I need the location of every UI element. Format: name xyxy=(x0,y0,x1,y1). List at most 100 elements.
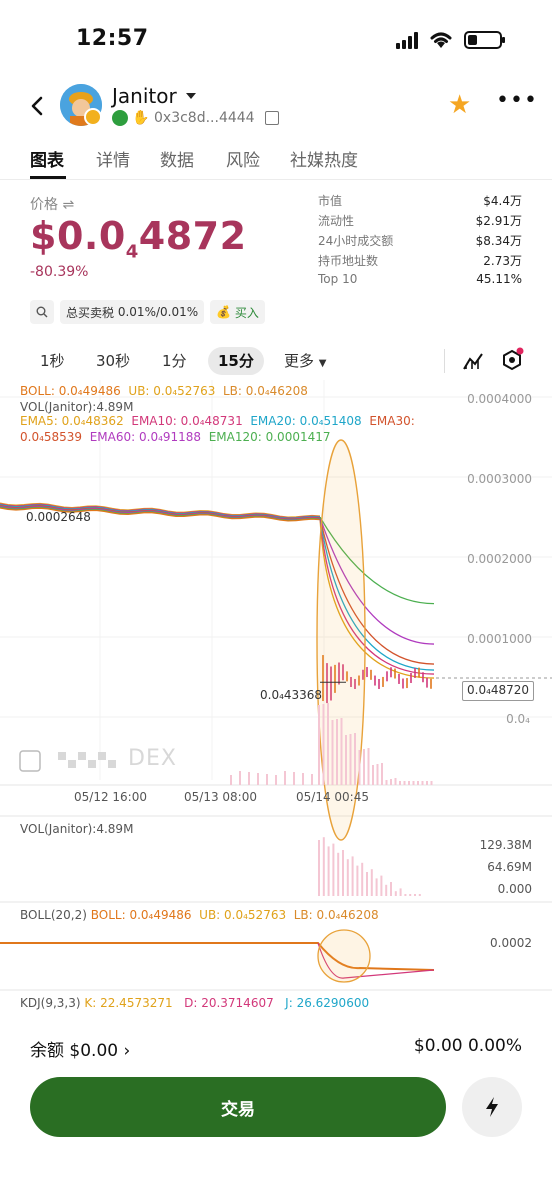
tab-bar: 图表 详情 数据 风险 社媒热度 xyxy=(0,140,552,180)
vol-axis-tick: 64.69M xyxy=(487,860,532,874)
interval-1s[interactable]: 1秒 xyxy=(40,347,65,375)
volume-bar xyxy=(336,719,338,785)
copy-icon[interactable] xyxy=(264,111,279,125)
volume-bar xyxy=(340,718,343,785)
vol-panel-bar xyxy=(414,894,416,896)
indicator-icon[interactable] xyxy=(462,351,484,371)
volume-bar xyxy=(266,774,268,785)
quick-trade-button[interactable] xyxy=(462,1077,522,1137)
volume-bar xyxy=(331,720,334,785)
token-name[interactable]: Janitor xyxy=(112,84,177,108)
ema20-value: EMA20: 0.0₄51408 xyxy=(250,414,362,428)
tax-row: 总买卖税 0.01%/0.01% 💰 买入 xyxy=(30,300,265,324)
balance-row[interactable]: 余额 $0.00 › $0.00 0.00% xyxy=(30,1034,522,1062)
volume-bar xyxy=(239,771,241,785)
wifi-icon xyxy=(430,32,452,48)
volume-bar xyxy=(354,733,356,785)
tab-details[interactable]: 详情 xyxy=(96,146,130,171)
interval-1m[interactable]: 1分 xyxy=(162,347,187,375)
kdj-j: J: 26.6290600 xyxy=(285,996,370,1010)
tab-social[interactable]: 社媒热度 xyxy=(290,146,358,171)
pre-crash-label: 0.0002648 xyxy=(26,510,91,524)
stat-row: 24小时成交额 $8.34万 xyxy=(318,232,522,252)
tax-label: 总买卖税 xyxy=(66,305,115,320)
settings-icon[interactable] xyxy=(500,347,524,373)
tab-risk[interactable]: 风险 xyxy=(226,146,260,171)
vol-panel-bar xyxy=(356,865,359,896)
tax-chip[interactable]: 总买卖税 0.01%/0.01% xyxy=(60,300,205,324)
dex-logo-block xyxy=(78,752,86,760)
buy-label: 买入 xyxy=(234,305,259,320)
vol-axis-tick: 129.38M xyxy=(479,838,532,852)
interval-30s[interactable]: 30秒 xyxy=(96,347,130,375)
tab-data[interactable]: 数据 xyxy=(160,146,194,171)
candle xyxy=(374,675,376,686)
stats-panel: 市值 $4.4万 流动性 $2.91万 24小时成交额 $8.34万 持币地址数 2.7… xyxy=(318,192,522,292)
tax-value: 0.01%/0.01% xyxy=(117,305,199,319)
balance-label[interactable]: 余额 $0.00 › xyxy=(30,1036,130,1061)
signal-icon xyxy=(396,31,418,49)
back-arrow-icon[interactable] xyxy=(26,94,48,118)
buy-chip[interactable]: 💰 买入 xyxy=(210,300,265,324)
ema30-label: EMA30: xyxy=(369,414,415,428)
volume-bar xyxy=(284,771,286,785)
price-axis-tick: 0.0003000 xyxy=(467,472,532,486)
vol-panel-bar xyxy=(370,869,373,896)
price-prefix: $0.0 xyxy=(30,214,126,258)
hand-icon: ✋ xyxy=(132,110,150,126)
vol-indicator: VOL(Janitor):4.89M xyxy=(20,400,134,414)
dex-logo-block xyxy=(98,752,106,760)
chain-badge-icon xyxy=(84,108,102,126)
vol-panel-bar xyxy=(318,840,320,896)
candle xyxy=(430,678,432,689)
candle xyxy=(398,673,400,684)
stat-label: Top 10 xyxy=(318,272,358,286)
candle xyxy=(382,676,384,687)
more-icon[interactable]: ••• xyxy=(496,88,538,113)
favorite-star-icon[interactable]: ★ xyxy=(448,92,471,118)
price-label[interactable]: 价格 ⇌ xyxy=(30,194,74,214)
volume-bar xyxy=(430,781,433,785)
tab-chart[interactable]: 图表 xyxy=(30,146,64,171)
token-header: Janitor ✋ 0x3c8d...4444 ★ ••• xyxy=(0,80,552,136)
search-button[interactable] xyxy=(30,300,54,324)
stat-row: 流动性 $2.91万 xyxy=(318,212,522,232)
kdj-panel-label: KDJ(9,3,3) K: 22.4573271 D: 20.3714607 J… xyxy=(20,996,369,1010)
vol-panel-bar xyxy=(394,891,397,896)
trade-button[interactable]: 交易 xyxy=(30,1077,446,1137)
ema10-value: EMA10: 0.0₄48731 xyxy=(131,414,243,428)
boll-highlight-ellipse xyxy=(317,929,371,983)
volume-bar xyxy=(412,781,415,785)
volume-bar xyxy=(417,781,419,785)
volume-bar xyxy=(408,781,410,785)
boll-axis-tick: 0.0002 xyxy=(490,936,532,950)
volume-bar xyxy=(322,704,325,785)
price-change: -80.39% xyxy=(30,264,89,280)
chevron-down-icon[interactable] xyxy=(186,93,196,99)
vol-panel-bar xyxy=(418,894,421,896)
kdj-d: D: 20.3714607 xyxy=(184,996,274,1010)
stat-row: 持币地址数 2.73万 xyxy=(318,252,522,272)
candle xyxy=(410,672,412,683)
dex-logo-block xyxy=(88,760,96,768)
status-icons xyxy=(396,30,505,50)
vol-panel-bar xyxy=(385,884,388,896)
vol-panel-bar xyxy=(327,846,330,896)
interval-15m[interactable]: 15分 xyxy=(208,347,264,375)
vol-panel-bar xyxy=(346,859,349,896)
ema60-value: EMA60: 0.0₄91188 xyxy=(89,430,202,444)
chevron-right-icon: › xyxy=(123,1041,131,1061)
candle xyxy=(394,668,396,679)
chart-area[interactable]: BOLL: 0.0₄49486 UB: 0.0₄52763 LB: 0.0₄46… xyxy=(0,380,552,1020)
search-icon xyxy=(36,306,48,318)
vol-panel-bar xyxy=(390,882,392,896)
candle xyxy=(386,671,388,682)
ema30-value: 0.0₄58539 xyxy=(20,430,83,444)
volume-bar xyxy=(385,780,388,785)
current-price-label: 0.0₄48720 xyxy=(462,681,535,701)
vol-panel-bar xyxy=(404,894,407,896)
interval-more[interactable]: 更多 ▼ xyxy=(284,347,327,375)
boll-value: BOLL: 0.0₄49486 xyxy=(20,384,121,398)
ema-indicator-1: EMA5: 0.0₄48362 EMA10: 0.0₄48731 EMA20: … xyxy=(20,414,415,428)
tab-underline xyxy=(30,176,66,179)
